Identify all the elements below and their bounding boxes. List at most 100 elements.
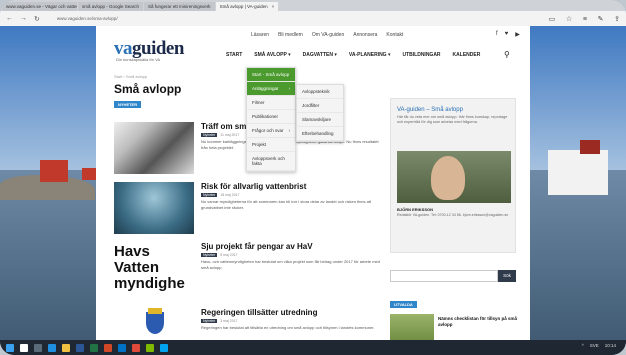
article-1-cat[interactable]: Nyheter [201, 133, 218, 137]
menu-item-start[interactable]: Start - Små avlopp [247, 68, 295, 82]
toplink-5[interactable]: Kontakt [386, 32, 403, 38]
article-2-image[interactable] [114, 182, 194, 234]
facebook-icon[interactable]: f [496, 31, 498, 38]
article-4-date: 3 maj 2017 [220, 319, 238, 323]
nav-utbildningar[interactable]: UTBILDNINGAR [402, 52, 440, 58]
submenu-item-1[interactable]: Avloppsteknik [297, 85, 343, 99]
chrome-icon[interactable] [132, 343, 140, 352]
featured-title[interactable]: Nämns checklistan för tillsyn på små avl… [438, 316, 518, 328]
web-page: vaguiden Din kunskapskälla för VA Läsare… [96, 26, 530, 346]
menu-item-anlaggningar[interactable]: Anläggningar › [247, 82, 295, 96]
article-4-text: Regeringen har beslutat att tillsätta en… [201, 325, 375, 330]
reading-view-icon[interactable]: ▭ [549, 16, 556, 23]
explorer-icon[interactable] [62, 343, 70, 352]
hub-icon[interactable]: ≡ [583, 16, 587, 23]
logo-guiden: guiden [132, 38, 184, 59]
screen: www.vaguiden.se - Vägar och vatten små a… [0, 0, 626, 355]
nav-sma-avlopp[interactable]: SMÅ AVLOPP ▾ [254, 52, 290, 58]
favorite-icon[interactable]: ☆ [566, 16, 572, 23]
toplink-4[interactable]: Annonsera [353, 32, 377, 38]
hav-logo: Havs Vatten myndighe [114, 242, 194, 292]
search-icon[interactable]: ⚲ [504, 50, 510, 59]
tab-active[interactable]: Små avlopp | VA-guiden × [215, 2, 279, 11]
white-house [548, 150, 608, 195]
word-icon[interactable] [76, 343, 84, 352]
clock[interactable]: 10:14 [605, 343, 616, 348]
article-1-title[interactable]: Träff om sm [201, 122, 246, 131]
menu-item-fragor-label: Frågor och svar [252, 128, 284, 133]
article-1-date: 11 maj 2017 [220, 133, 240, 137]
nav-kalender[interactable]: KALENDER [453, 52, 481, 58]
submenu-sma-avlopp: Start - Små avlopp Anläggningar › Filmer … [246, 67, 296, 172]
article-2-title[interactable]: Risk för allvarlig vattenbrist [201, 182, 306, 191]
menu-item-projekt[interactable]: Projekt [247, 138, 295, 152]
article-3-meta: Nyheter 5 maj 2017 [201, 253, 238, 257]
nav-start[interactable]: START [226, 52, 242, 58]
red-house [40, 160, 68, 182]
excel-icon[interactable] [90, 343, 98, 352]
toplink-3[interactable]: Om VA-guiden [312, 32, 344, 38]
toplink-2[interactable]: Bli medlem [278, 32, 303, 38]
menu-item-filmer-label: Filmer [252, 100, 265, 105]
article-2-text: Nu varnar myndigheterna för att sommaren… [201, 199, 372, 210]
editor-face [431, 156, 465, 200]
notes-icon[interactable]: ✎ [598, 16, 604, 23]
breadcrumb: Start › Små avlopp [114, 74, 148, 79]
youtube-icon[interactable]: ▶ [515, 31, 520, 38]
article-3-image[interactable]: Havs Vatten myndighe [114, 242, 194, 308]
submenu-item-3[interactable]: Slamavskiljare [297, 113, 343, 127]
language-indicator[interactable]: SVE [590, 343, 599, 348]
article-2-date: 18 maj 2017 [220, 193, 240, 197]
chevron-right-icon: › [288, 128, 291, 133]
tray-up-icon[interactable]: ^ [582, 343, 584, 348]
tab-active-label: Små avlopp | VA-guiden [219, 4, 268, 9]
article-4-title[interactable]: Regeringen tillsätter utredning [201, 308, 317, 317]
chevron-right-icon: › [288, 86, 291, 91]
share-icon[interactable]: ⇪ [614, 16, 620, 23]
sidebar-heading: VA-guiden – Små avlopp [397, 107, 463, 113]
nav-va-planering[interactable]: VA-PLANERING ▾ [349, 52, 391, 58]
article-4-cat[interactable]: Nyheter [201, 319, 218, 323]
store-icon[interactable] [160, 343, 168, 352]
refresh-icon[interactable]: ↻ [34, 15, 40, 23]
hav-logo-line-3: myndighe [114, 275, 185, 292]
toplink-1[interactable]: Läsaren [251, 32, 269, 38]
article-3-title[interactable]: Sju projekt får pengar av HaV [201, 242, 313, 251]
page-title: Små avlopp [114, 82, 182, 96]
article-3-cat[interactable]: Nyheter [201, 253, 218, 257]
forward-icon[interactable]: → [20, 15, 27, 22]
tab-2[interactable]: små avlopp - Google Search [78, 2, 144, 11]
powerpoint-icon[interactable] [104, 343, 112, 352]
article-4-image[interactable] [114, 308, 194, 338]
sidebar-search-button[interactable]: Sök [498, 270, 516, 282]
address-bar: ← → ↻ www.vaguiden.se/sma-avlopp/ ▭ ☆ ≡ … [0, 11, 626, 26]
outlook-icon[interactable] [118, 343, 126, 352]
task-view-icon[interactable] [34, 343, 42, 352]
close-tab-icon[interactable]: × [272, 4, 275, 9]
tab-1[interactable]: www.vaguiden.se - Vägar och vatten [2, 2, 77, 11]
menu-item-fakta[interactable]: Avloppsverk och fakta [247, 152, 295, 171]
like-icon[interactable]: ♥ [505, 31, 509, 38]
app-icon[interactable] [146, 343, 154, 352]
url-field[interactable]: www.vaguiden.se/sma-avlopp/ [57, 16, 540, 21]
menu-item-publikationer[interactable]: Publikationer [247, 110, 295, 124]
article-1-image[interactable] [114, 122, 194, 174]
editor-photo [397, 151, 511, 203]
site-header: vaguiden Din kunskapskälla för VA Läsare… [96, 26, 530, 72]
sidebar-search-input[interactable] [390, 270, 498, 282]
tab-3[interactable]: Så fungerar ett minireningsverk [144, 2, 215, 11]
menu-item-publikationer-label: Publikationer [252, 114, 279, 119]
search-taskbar-icon[interactable] [20, 343, 28, 352]
menu-item-filmer[interactable]: Filmer [247, 96, 295, 110]
article-2-cat[interactable]: Nyheter [201, 193, 218, 197]
nav-dagvatten[interactable]: DAGVATTEN ▾ [303, 52, 337, 58]
start-icon[interactable] [6, 343, 14, 352]
back-icon[interactable]: ← [6, 15, 13, 22]
sidebar-text: Här får du veta mer om små avlopp. Här f… [397, 115, 508, 124]
edge-icon[interactable] [48, 343, 56, 352]
submenu-item-2[interactable]: Jordfilter [297, 99, 343, 113]
submenu-item-4[interactable]: Efterbehandling [297, 127, 343, 141]
featured-heading: UTVALDA [390, 301, 417, 308]
menu-item-start-label: Start - Små avlopp [252, 72, 290, 77]
menu-item-fragor[interactable]: Frågor och svar › [247, 124, 295, 138]
